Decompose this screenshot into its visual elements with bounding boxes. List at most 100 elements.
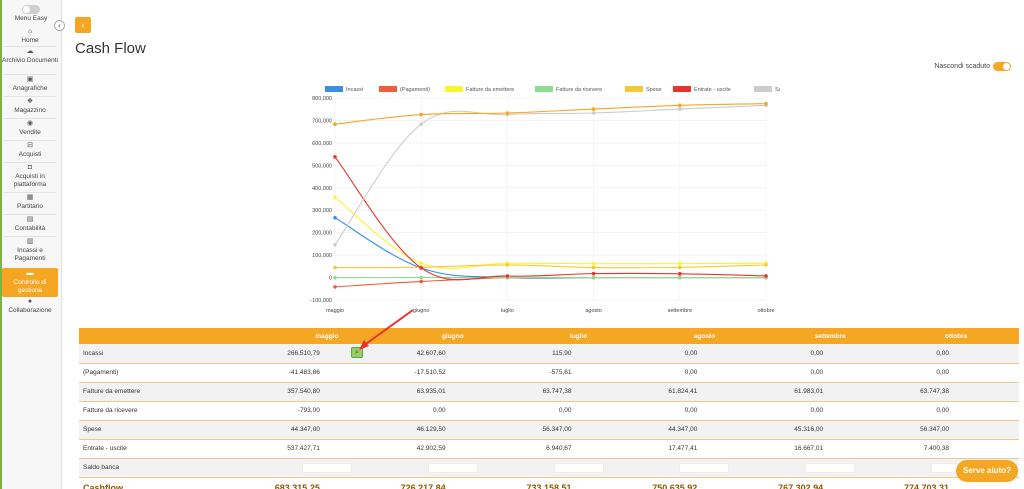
legend-swatch <box>754 86 772 92</box>
table-cell: 63.747,38 <box>893 382 1019 402</box>
table-cell: 0,00 <box>767 401 894 421</box>
table-cell: 0,00 <box>641 401 768 421</box>
sidebar-item-archivio-documenti[interactable]: ☁ Archivio Documenti <box>2 48 58 65</box>
data-point <box>419 275 423 280</box>
legend-swatch <box>625 86 643 92</box>
table-cell: 0,00 <box>641 344 768 364</box>
data-point <box>591 271 596 276</box>
y-tick-label: 0 <box>329 276 332 282</box>
sidebar-item-controllo-di-gestione[interactable]: ▬ Controllo di gestione <box>2 268 58 297</box>
data-point <box>678 103 682 108</box>
sidebar-item-home[interactable]: ⌂ Home <box>2 28 58 45</box>
wallet-icon: ▬ <box>26 270 34 277</box>
data-point <box>333 243 337 247</box>
sidebar-item-anagrafiche[interactable]: ▣ Anagrafiche <box>2 76 58 93</box>
bank-balance-input[interactable] <box>427 462 478 473</box>
cashflow-table: maggio giugno luglio agosto settembre ot… <box>79 328 1019 489</box>
sidebar-divider <box>4 96 56 97</box>
annotation-arrow <box>359 309 414 350</box>
table-cell: 61.983,01 <box>767 382 894 402</box>
table-cell: 17.477,41 <box>641 439 768 459</box>
table-cell: 0,00 <box>641 363 768 383</box>
sidebar-item-label: Archivio Documenti <box>2 57 58 64</box>
table-cell: 6.940,67 <box>515 439 642 459</box>
sidebar-item-magazzino[interactable]: ❖ Magazzino <box>2 98 58 115</box>
eye-icon: ◉ <box>26 120 34 127</box>
menu-easy-label: Menu Easy <box>14 15 48 22</box>
table-cell: 63.747,38 <box>515 382 642 402</box>
grid-icon: ▦ <box>26 194 34 201</box>
sidebar-item-label: Vendite <box>19 129 41 136</box>
sidebar-item-label: Home <box>21 37 39 44</box>
series-line <box>334 276 766 288</box>
table-row: Incassi 266.510,79 42.607,60 115,90 0,00 0,00… <box>79 344 1019 364</box>
column-header: settembre <box>767 328 894 344</box>
table-row: Fatture da ricevere -793,00 0,00 0,00 0,00 0,… <box>79 401 1019 421</box>
y-tick-label: 700,000 <box>312 118 332 124</box>
hide-expired-toggle[interactable] <box>993 62 1011 71</box>
table-cell: 56.347,00 <box>893 420 1019 440</box>
bank-balance-input[interactable] <box>805 462 856 473</box>
sidebar-item-incassi-e-pagamenti[interactable]: ▥ Incassi e Pagamenti <box>2 238 58 263</box>
sidebar-item-label: Partitario <box>16 203 43 210</box>
page-title: Cash Flow <box>75 40 146 57</box>
data-point <box>419 122 423 126</box>
back-button[interactable]: ‹ <box>75 17 91 33</box>
table-cell: -575,61 <box>515 363 642 383</box>
data-point <box>591 275 596 280</box>
sidebar: Menu Easy ‹ ⌂ Home ☁ Archivio Documenti ▣ Ana… <box>0 0 65 489</box>
table-cell: 56.347,00 <box>515 420 642 440</box>
data-point <box>505 111 510 115</box>
bank-balance-input[interactable] <box>679 462 730 473</box>
y-tick-label: 600,000 <box>312 141 332 147</box>
table-cell: 115,90 <box>515 344 642 364</box>
bank-cell <box>767 458 894 478</box>
table-cell: 0,00 <box>893 401 1019 421</box>
data-point <box>419 279 423 284</box>
legend-swatch <box>325 86 343 92</box>
bank-balance-input[interactable] <box>553 462 604 473</box>
series-line <box>334 264 767 269</box>
row-label: (Pagamenti) <box>79 363 264 383</box>
y-tick-label: 200,000 <box>312 231 332 237</box>
sidebar-item-collaborazione[interactable]: ● Collaborazione <box>2 298 58 315</box>
table-header-empty <box>79 328 264 344</box>
legend-label: Fatture da emettere <box>466 87 514 93</box>
x-tick-label: ottobre <box>757 308 774 314</box>
sidebar-item-partitario[interactable]: ▦ Partitario <box>2 194 58 211</box>
sidebar-item-acquisti[interactable]: ⊟ Acquisti <box>2 142 58 159</box>
data-point <box>333 122 337 126</box>
data-point <box>505 263 510 267</box>
x-tick-label: agosto <box>585 308 602 314</box>
bank-cell <box>389 458 516 478</box>
chevron-left-icon: ‹ <box>81 20 85 30</box>
data-point <box>333 275 337 280</box>
bank-cell <box>641 458 768 478</box>
y-tick-label: 400,000 <box>312 186 332 192</box>
bank-balance-input[interactable] <box>301 462 352 473</box>
boxes-icon: ❖ <box>26 98 34 105</box>
sidebar-item-label: Contabilità <box>14 225 46 232</box>
help-button[interactable]: Serve aiuto? <box>956 460 1018 482</box>
cashflow-chart: -100,000 0 100,000 200,000 300,000 400,000 500… <box>310 86 780 314</box>
sidebar-item-vendite[interactable]: ◉ Vendite <box>2 120 58 137</box>
sidebar-item-contabilit-[interactable]: ▤ Contabilità <box>2 216 58 233</box>
y-tick-label: 300,000 <box>312 208 332 214</box>
table-cell: 0,00 <box>389 401 516 421</box>
data-point <box>419 266 423 270</box>
sidebar-divider <box>4 140 56 141</box>
menu-easy-toggle[interactable] <box>22 5 40 14</box>
legend-label: Incassi <box>346 87 363 93</box>
data-point <box>764 101 768 106</box>
bag-icon: ◘ <box>27 164 33 171</box>
data-point <box>678 265 682 270</box>
data-point <box>678 275 682 280</box>
data-point <box>505 274 510 278</box>
table-cell: -41.483,86 <box>264 363 390 383</box>
sidebar-item-label: Collaborazione <box>8 307 52 314</box>
sidebar-item-acquisti-in-piattaforma[interactable]: ◘ Acquisti in piattaforma <box>2 164 58 189</box>
sidebar-item-label: Anagrafiche <box>12 85 48 92</box>
id-card-icon: ▣ <box>26 76 34 83</box>
row-label: Saldo banca <box>79 458 264 478</box>
x-tick-label: maggio <box>326 308 344 314</box>
